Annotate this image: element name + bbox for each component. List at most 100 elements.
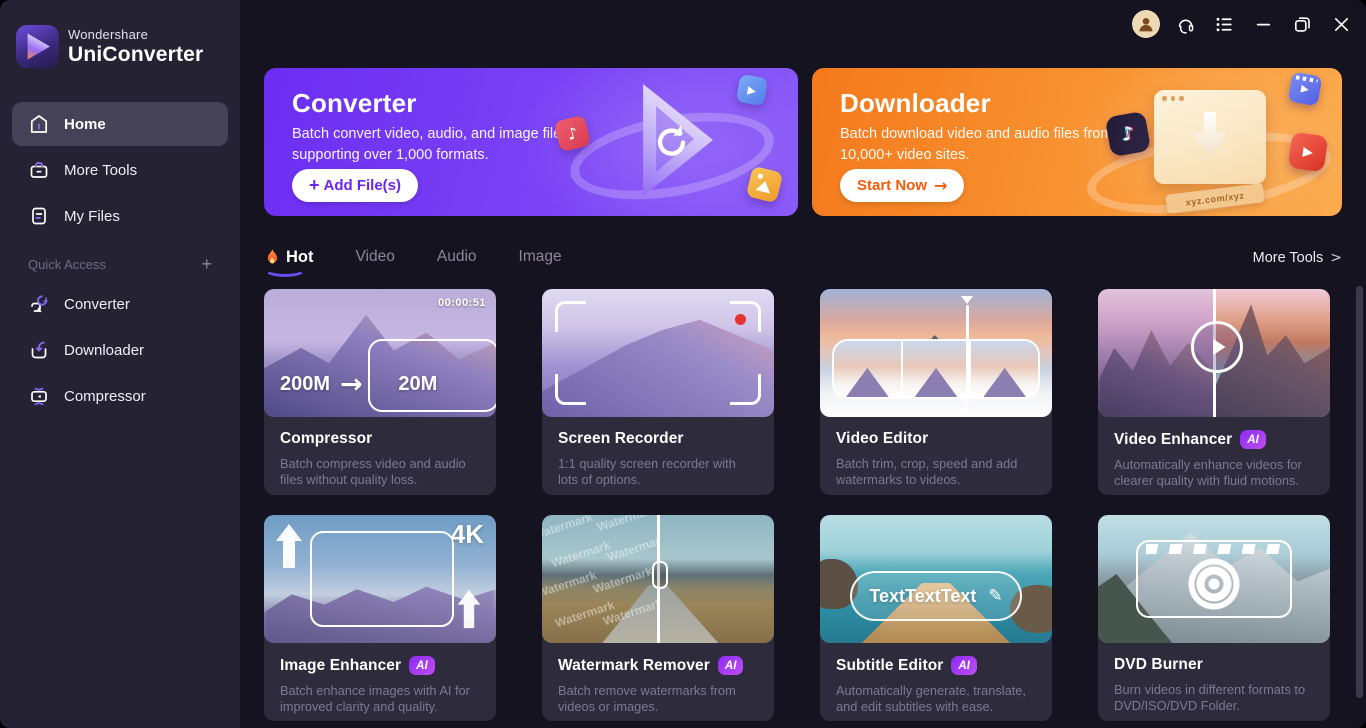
menu-list-icon[interactable] xyxy=(1209,9,1239,39)
plus-icon: + xyxy=(309,175,320,196)
brand-company: Wondershare xyxy=(68,27,203,42)
card-subtitle-editor[interactable]: TextTextText ✎ Subtitle Editor AI Automa… xyxy=(820,515,1052,721)
close-button[interactable] xyxy=(1326,9,1356,39)
sidebar-item-my-files[interactable]: My Files xyxy=(12,194,228,238)
card-image-enhancer[interactable]: 4K Image Enhancer AI Batch enhance image… xyxy=(264,515,496,721)
card-watermark-remover[interactable]: WatermarkWatermark WatermarkWatermark Wa… xyxy=(542,515,774,721)
card-compressor[interactable]: 00:00:51 200M → 20M Compressor Batch com… xyxy=(264,289,496,495)
timeline-graphic xyxy=(832,339,1040,399)
app-brand: Wondershare UniConverter xyxy=(16,25,203,68)
ai-badge: AI xyxy=(951,656,977,675)
card-dvd-burner[interactable]: DVD Burner Burn videos in different form… xyxy=(1098,515,1330,721)
add-quick-access-button[interactable]: + xyxy=(201,255,212,273)
account-avatar[interactable] xyxy=(1131,9,1161,39)
tiktok-icon: ♪ xyxy=(1105,111,1151,157)
pencil-icon: ✎ xyxy=(988,586,1002,606)
tab-video[interactable]: Video xyxy=(356,248,395,268)
card-title: Image Enhancer xyxy=(280,657,401,675)
tab-image[interactable]: Image xyxy=(519,248,562,268)
banner-description: Batch download video and audio files fro… xyxy=(840,124,1112,166)
minimize-button[interactable] xyxy=(1248,9,1278,39)
subtitle-pill: TextTextText ✎ xyxy=(850,571,1022,621)
card-description: Batch compress video and audio files wit… xyxy=(280,456,480,488)
titlebar-controls xyxy=(1131,8,1356,40)
recording-dot-icon xyxy=(735,314,746,325)
sidebar-item-label: Compressor xyxy=(64,388,146,405)
arrow-right-icon: → xyxy=(340,369,363,400)
upscale-arrow-icon xyxy=(456,589,482,629)
banner-title: Converter xyxy=(292,88,417,119)
download-icon xyxy=(28,339,50,361)
card-title: Screen Recorder xyxy=(558,430,684,448)
brand-product: UniConverter xyxy=(68,43,203,67)
card-screen-recorder[interactable]: Screen Recorder 1:1 quality screen recor… xyxy=(542,289,774,495)
converter-illustration: ♪ ▶ xyxy=(555,76,780,208)
scissors-icon: ✂ xyxy=(953,398,975,414)
converter-banner[interactable]: Converter Batch convert video, audio, an… xyxy=(264,68,798,216)
banner-description: Batch convert video, audio, and image fi… xyxy=(292,124,573,166)
ai-badge: AI xyxy=(718,656,744,675)
convert-icon xyxy=(28,293,50,315)
file-icon xyxy=(28,205,50,227)
upscale-arrow-icon xyxy=(274,523,304,569)
quick-access-header: Quick Access + xyxy=(12,246,228,282)
card-description: 1:1 quality screen recorder with lots of… xyxy=(558,456,758,488)
card-thumbnail: 4K xyxy=(264,515,496,643)
quick-access-label: Quick Access xyxy=(28,257,106,272)
start-now-button[interactable]: Start Now → xyxy=(840,169,964,202)
sidebar-item-label: My Files xyxy=(64,208,120,225)
video-timestamp: 00:00:51 xyxy=(438,297,486,309)
sidebar-item-downloader[interactable]: Downloader xyxy=(12,328,228,372)
sidebar-item-more-tools[interactable]: More Tools xyxy=(12,148,228,192)
card-thumbnail xyxy=(1098,289,1330,417)
card-title: DVD Burner xyxy=(1114,656,1203,674)
card-video-editor[interactable]: ✂ Video Editor Batch trim, crop, speed a… xyxy=(820,289,1052,495)
card-description: Automatically enhance videos for clearer… xyxy=(1114,457,1314,489)
card-description: Batch enhance images with AI for improve… xyxy=(280,683,480,715)
tab-audio[interactable]: Audio xyxy=(437,248,477,268)
add-files-button[interactable]: + Add File(s) xyxy=(292,169,418,202)
more-tools-link[interactable]: More Tools > xyxy=(1253,250,1342,266)
sidebar-item-label: Home xyxy=(64,116,106,133)
sidebar-item-label: More Tools xyxy=(64,162,137,179)
sidebar: Wondershare UniConverter Home More Tools… xyxy=(0,0,240,728)
downloader-illustration: xyz.com/xyz ♪ ▶ ▶ xyxy=(1078,74,1330,212)
play-button-icon xyxy=(1191,321,1243,373)
arrow-right-icon: → xyxy=(934,176,947,195)
app-window: Wondershare UniConverter Home More Tools… xyxy=(0,0,1366,728)
restore-button[interactable] xyxy=(1287,9,1317,39)
sidebar-nav: Home More Tools My Files Quick Access + … xyxy=(12,102,228,420)
card-title: Subtitle Editor xyxy=(836,657,943,675)
user-icon xyxy=(1135,13,1157,35)
category-tabs: Hot Video Audio Image More Tools > xyxy=(264,241,1342,275)
size-after-label: 20M xyxy=(398,373,437,396)
card-video-enhancer[interactable]: Video Enhancer AI Automatically enhance … xyxy=(1098,289,1330,495)
card-title: Video Editor xyxy=(836,430,928,448)
card-thumbnail: ✂ xyxy=(820,289,1052,417)
card-thumbnail: 00:00:51 200M → 20M xyxy=(264,289,496,417)
film-icon: ▶ xyxy=(1288,72,1323,107)
image-file-icon xyxy=(746,166,784,204)
card-description: Batch remove watermarks from videos or i… xyxy=(558,683,758,715)
downloader-banner[interactable]: Downloader Batch download video and audi… xyxy=(812,68,1342,216)
tool-card-grid: 00:00:51 200M → 20M Compressor Batch com… xyxy=(264,289,1330,721)
sidebar-item-compressor[interactable]: Compressor xyxy=(12,374,228,418)
vertical-scrollbar[interactable] xyxy=(1356,286,1363,698)
card-title: Watermark Remover xyxy=(558,657,710,675)
card-description: Batch trim, crop, speed and add watermar… xyxy=(836,456,1036,488)
browser-window-graphic xyxy=(1154,90,1266,184)
ai-badge: AI xyxy=(409,656,435,675)
video-file-icon: ▶ xyxy=(736,74,768,106)
card-title: Video Enhancer xyxy=(1114,431,1232,449)
uniconverter-logo-icon xyxy=(16,25,59,68)
4k-label: 4K xyxy=(451,519,484,550)
download-arrow-icon xyxy=(1191,112,1229,158)
support-headset-icon[interactable] xyxy=(1170,9,1200,39)
tab-hot[interactable]: Hot xyxy=(264,248,314,269)
sidebar-item-home[interactable]: Home xyxy=(12,102,228,146)
home-icon xyxy=(28,113,50,135)
briefcase-icon xyxy=(28,159,50,181)
sidebar-item-converter[interactable]: Converter xyxy=(12,282,228,326)
watermark-text-layer: WatermarkWatermark WatermarkWatermark Wa… xyxy=(542,515,658,643)
card-description: Burn videos in different formats to DVD/… xyxy=(1114,682,1314,714)
